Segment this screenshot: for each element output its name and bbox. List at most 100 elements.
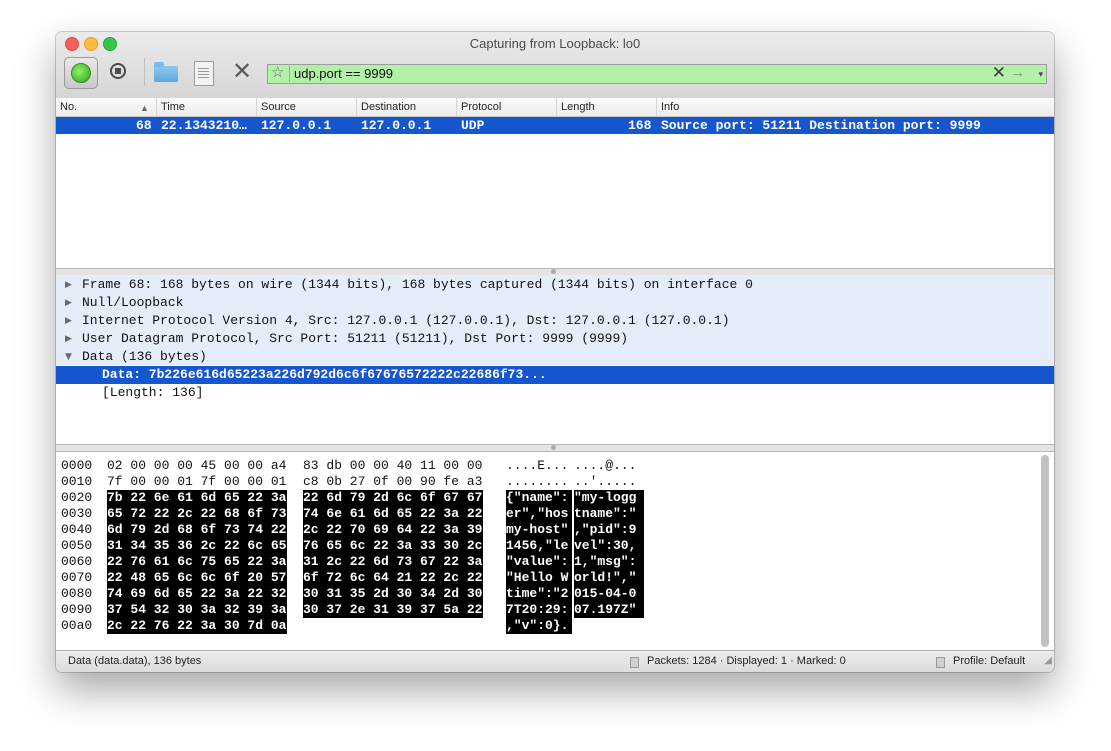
details-row-ipv4[interactable]: ▶ Internet Protocol Version 4, Src: 127.… bbox=[56, 312, 1054, 330]
star-icon[interactable]: ☆ bbox=[271, 64, 284, 82]
bytes-ascii-selected[interactable]: tname":" bbox=[574, 506, 644, 522]
details-row-frame[interactable]: ▶ Frame 68: 168 bytes on wire (1344 bits… bbox=[56, 276, 1054, 294]
bytes-ascii-selected[interactable]: "my-logg bbox=[574, 490, 644, 506]
bytes-hex[interactable]: 7f 00 00 01 7f 00 00 01 bbox=[107, 474, 287, 490]
bytes-ascii-selected[interactable]: 07.197Z" bbox=[574, 602, 644, 618]
bytes-ascii-selected[interactable]: er","hos bbox=[506, 506, 572, 522]
bytes-scrollbar[interactable] bbox=[1041, 455, 1049, 647]
bytes-hex-selected[interactable]: 22 6d 79 2d 6c 6f 67 67 bbox=[303, 490, 483, 506]
bytes-hex-selected[interactable]: 31 2c 22 6d 73 67 22 3a bbox=[303, 554, 483, 570]
bytes-hex-selected[interactable]: 30 37 2e 31 39 37 5a 22 bbox=[303, 602, 483, 618]
bytes-hex[interactable]: c8 0b 27 0f 00 90 fe a3 bbox=[303, 474, 483, 490]
bytes-hex-selected[interactable]: 74 69 6d 65 22 3a 22 32 bbox=[107, 586, 287, 602]
stop-capture-button[interactable] bbox=[106, 57, 132, 87]
packet-bytes[interactable]: 0000 02 00 00 00 45 00 00 a4 83 db 00 00… bbox=[56, 452, 1054, 650]
stop-square bbox=[115, 68, 121, 74]
bytes-ascii-selected[interactable]: "Hello W bbox=[506, 570, 572, 586]
packet-no: 68 bbox=[136, 118, 152, 133]
bytes-hex-selected[interactable]: 74 6e 61 6d 65 22 3a 22 bbox=[303, 506, 483, 522]
apply-filter-icon[interactable]: → bbox=[1010, 64, 1025, 82]
bytes-hex-selected[interactable]: 22 76 61 6c 75 65 22 3a bbox=[107, 554, 287, 570]
bytes-row: 0090 37 54 32 30 3a 32 39 3a 30 37 2e 31… bbox=[61, 602, 644, 618]
bytes-ascii[interactable]: ........ bbox=[506, 474, 572, 490]
bytes-hex-selected[interactable]: 2c 22 70 69 64 22 3a 39 bbox=[303, 522, 483, 538]
bytes-hex-selected[interactable]: 6d 79 2d 68 6f 73 74 22 bbox=[107, 522, 287, 538]
bytes-hex-selected[interactable]: 2c 22 76 22 3a 30 7d 0a bbox=[107, 618, 287, 634]
bytes-ascii-selected[interactable]: "value": bbox=[506, 554, 572, 570]
packet-destination: 127.0.0.1 bbox=[361, 118, 432, 133]
packet-length: 168 bbox=[628, 118, 652, 133]
column-source[interactable]: Source bbox=[256, 98, 356, 116]
bytes-offset: 0040 bbox=[61, 522, 93, 537]
expand-triangle-icon[interactable]: ▶ bbox=[65, 330, 72, 348]
close-icon[interactable]: ✕ bbox=[232, 59, 252, 85]
expand-triangle-icon[interactable]: ▶ bbox=[65, 312, 72, 330]
bytes-hex-selected[interactable]: 7b 22 6e 61 6d 65 22 3a bbox=[107, 490, 287, 506]
collapse-triangle-icon[interactable]: ▼ bbox=[65, 348, 72, 366]
bytes-ascii-selected[interactable]: orld!"," bbox=[574, 570, 644, 586]
display-filter-input[interactable]: ☆ udp.port == 9999 ✕ → ▾ bbox=[267, 64, 1047, 84]
bytes-ascii-selected[interactable]: 1,"msg": bbox=[574, 554, 644, 570]
column-length[interactable]: Length bbox=[556, 98, 656, 116]
start-capture-button[interactable] bbox=[64, 57, 98, 89]
packet-details[interactable]: ▶ Frame 68: 168 bytes on wire (1344 bits… bbox=[56, 275, 1054, 445]
bytes-row: 0000 02 00 00 00 45 00 00 a4 83 db 00 00… bbox=[61, 458, 636, 474]
splitter-grip[interactable] bbox=[551, 269, 556, 274]
profile-status-icon[interactable] bbox=[936, 657, 945, 668]
expand-triangle-icon[interactable]: ▶ bbox=[65, 294, 72, 312]
bytes-ascii[interactable]: ....E... bbox=[506, 458, 572, 474]
sort-ascending-icon: ▲ bbox=[140, 103, 149, 113]
details-row-length[interactable]: [Length: 136] bbox=[56, 384, 1054, 402]
bytes-hex-selected[interactable]: 31 34 35 36 2c 22 6c 65 bbox=[107, 538, 287, 554]
bytes-ascii-selected[interactable]: ,"v":0}. bbox=[506, 618, 572, 634]
bytes-row: 0070 22 48 65 6c 6c 6f 20 57 6f 72 6c 64… bbox=[61, 570, 644, 586]
splitter-grip[interactable] bbox=[551, 445, 556, 450]
status-profile[interactable]: Profile: Default bbox=[953, 651, 1025, 671]
bytes-hex-selected[interactable]: 37 54 32 30 3a 32 39 3a bbox=[107, 602, 287, 618]
details-row-data[interactable]: ▼ Data (136 bytes) bbox=[56, 348, 1054, 366]
details-row-data-value[interactable]: Data: 7b226e616d65223a226d792d6c6f676765… bbox=[56, 366, 1054, 384]
bytes-row: 0020 7b 22 6e 61 6d 65 22 3a 22 6d 79 2d… bbox=[61, 490, 644, 506]
bytes-ascii-selected[interactable]: vel":30, bbox=[574, 538, 644, 554]
bytes-hex[interactable]: 83 db 00 00 40 11 00 00 bbox=[303, 458, 483, 474]
bytes-hex-selected[interactable]: 76 65 6c 22 3a 33 30 2c bbox=[303, 538, 483, 554]
bytes-row: 0010 7f 00 00 01 7f 00 00 01 c8 0b 27 0f… bbox=[61, 474, 636, 490]
bytes-ascii-selected[interactable]: my-host" bbox=[506, 522, 572, 538]
bytes-ascii-selected[interactable]: ,"pid":9 bbox=[574, 522, 644, 538]
expand-triangle-icon[interactable]: ▶ bbox=[65, 276, 72, 294]
details-row-null-loopback[interactable]: ▶ Null/Loopback bbox=[56, 294, 1054, 312]
pane-splitter[interactable] bbox=[56, 444, 1054, 452]
bytes-ascii-selected[interactable]: 1456,"le bbox=[506, 538, 572, 554]
bytes-hex-selected[interactable]: 6f 72 6c 64 21 22 2c 22 bbox=[303, 570, 483, 586]
packet-list[interactable]: No. ▲ Time Source Destination Protocol Le… bbox=[56, 98, 1054, 268]
bytes-hex-selected[interactable]: 22 48 65 6c 6c 6f 20 57 bbox=[107, 570, 287, 586]
packets-status-icon[interactable] bbox=[630, 657, 639, 668]
bytes-ascii-selected[interactable]: 015-04-0 bbox=[574, 586, 644, 602]
packet-protocol: UDP bbox=[461, 118, 485, 133]
resize-grip-icon[interactable]: ◢ bbox=[1044, 651, 1052, 671]
column-protocol[interactable]: Protocol bbox=[456, 98, 556, 116]
bytes-ascii-selected[interactable]: time":"2 bbox=[506, 586, 572, 602]
bytes-ascii[interactable]: ..'..... bbox=[574, 474, 644, 490]
bytes-ascii-selected[interactable]: 7T20:29: bbox=[506, 602, 572, 618]
bytes-hex-selected[interactable]: 30 31 35 2d 30 34 2d 30 bbox=[303, 586, 483, 602]
filter-dropdown-icon[interactable]: ▾ bbox=[1038, 65, 1043, 83]
bytes-hex-selected[interactable]: 65 72 22 2c 22 68 6f 73 bbox=[107, 506, 287, 522]
bytes-row: 0030 65 72 22 2c 22 68 6f 73 74 6e 61 6d… bbox=[61, 506, 644, 522]
bytes-offset: 0030 bbox=[61, 506, 93, 521]
column-time[interactable]: Time bbox=[156, 98, 256, 116]
column-destination[interactable]: Destination bbox=[356, 98, 456, 116]
clear-filter-icon[interactable]: ✕ bbox=[992, 64, 1006, 82]
details-row-udp[interactable]: ▶ User Datagram Protocol, Src Port: 5121… bbox=[56, 330, 1054, 348]
packet-row[interactable]: 68 22.1343210… 127.0.0.1 127.0.0.1 UDP 1… bbox=[56, 117, 1054, 134]
column-info[interactable]: Info bbox=[656, 98, 1054, 116]
file-icon[interactable] bbox=[194, 61, 214, 86]
column-no[interactable]: No. ▲ bbox=[56, 98, 156, 116]
bytes-ascii[interactable]: ....@... bbox=[574, 458, 644, 474]
bytes-ascii-selected[interactable]: {"name": bbox=[506, 490, 572, 506]
bytes-hex[interactable]: 02 00 00 00 45 00 00 a4 bbox=[107, 458, 287, 474]
open-folder-icon[interactable] bbox=[154, 62, 178, 82]
filter-text[interactable]: udp.port == 9999 bbox=[294, 66, 393, 82]
column-no-label: No. bbox=[60, 101, 78, 113]
filter-divider bbox=[289, 66, 290, 82]
